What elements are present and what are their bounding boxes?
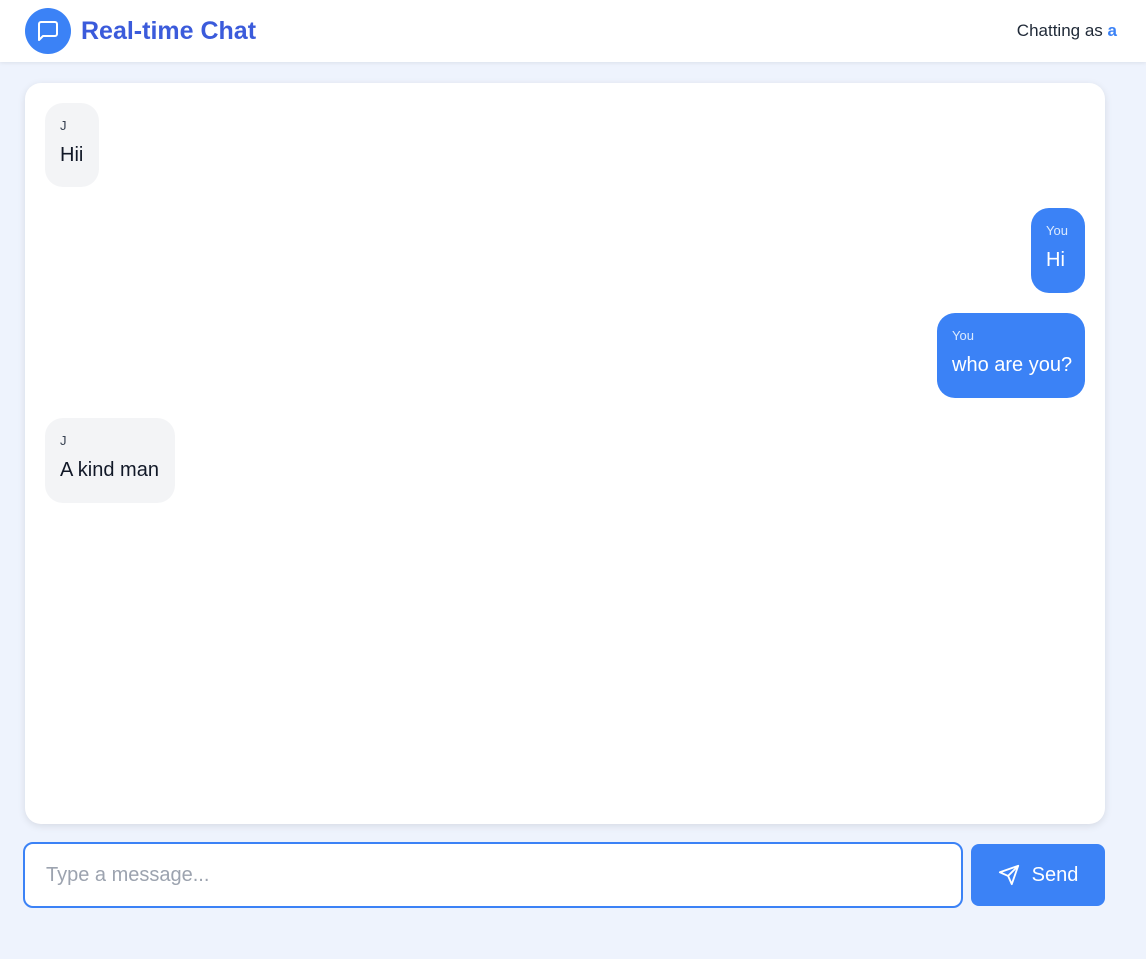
send-button[interactable]: Send [971, 844, 1105, 906]
message-sender: You [1046, 223, 1068, 238]
brand: Real-time Chat [25, 8, 256, 54]
message-bubble-incoming: J A kind man [45, 418, 175, 503]
message-text: Hii [60, 144, 84, 166]
app-title: Real-time Chat [81, 16, 257, 45]
message-input[interactable] [25, 844, 961, 906]
message-text: A kind man [60, 459, 159, 481]
message-text: Hi [1046, 249, 1065, 271]
message-composer [23, 842, 963, 908]
current-user-status: Chatting as a [1017, 21, 1117, 41]
message-bubble-outgoing: You Hi [1031, 208, 1085, 293]
message-bubble-incoming: J Hii [45, 103, 99, 187]
app-header: Real-time Chat Chatting as a [0, 0, 1146, 62]
status-prefix: Chatting as [1016, 21, 1103, 40]
chat-bubble-icon [25, 8, 71, 54]
send-button-label: Send [1031, 863, 1079, 886]
message-bubble-outgoing: You who are you? [937, 313, 1085, 398]
send-icon [998, 864, 1019, 886]
message-list[interactable]: J Hii You Hi You who are you? J A kind m… [25, 83, 1105, 824]
message-sender: J [60, 433, 67, 448]
current-username: a [1107, 21, 1117, 40]
message-text: who are you? [952, 354, 1073, 376]
message-sender: You [952, 328, 974, 343]
message-sender: J [60, 118, 67, 133]
